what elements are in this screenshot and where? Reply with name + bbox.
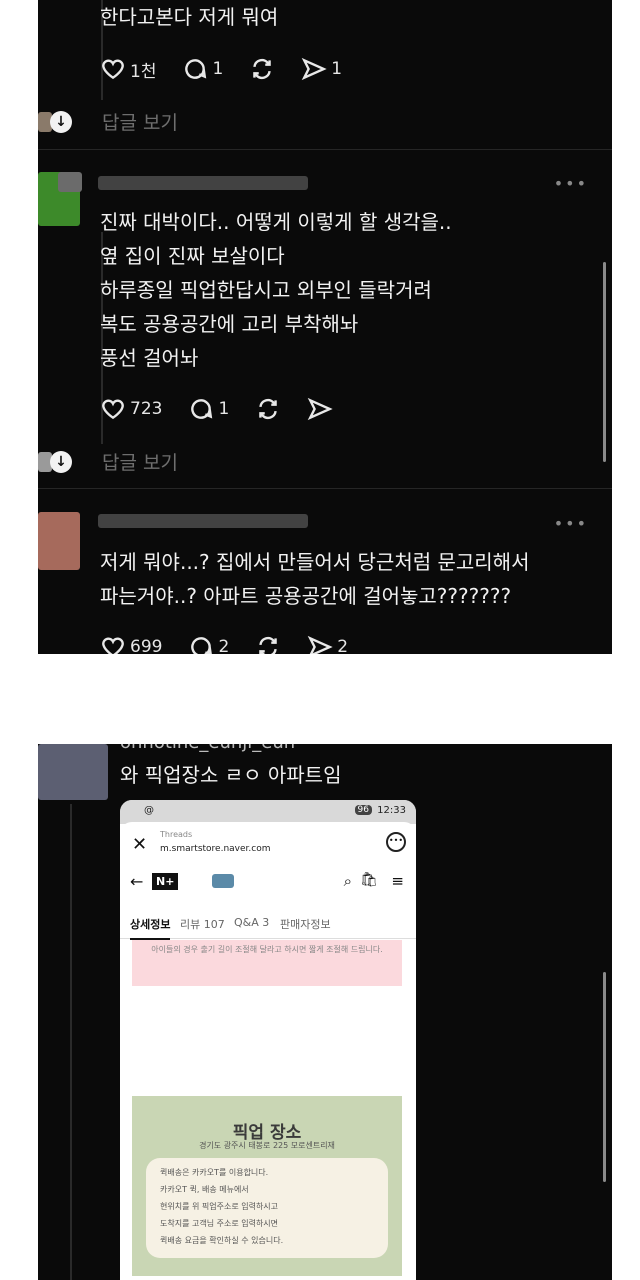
send-icon: [307, 635, 333, 654]
send-icon: [301, 57, 327, 81]
comment-actions: 699 2 2: [100, 634, 374, 654]
reply-button[interactable]: 1: [188, 396, 229, 422]
comment-text: 옆 집이 진짜 보살이다: [100, 244, 285, 268]
instruction-line: 도착지를 고객님 주소로 입력하시면: [160, 1219, 279, 1228]
username-blurred: [98, 176, 308, 190]
size-note-text: 아이들의 경우 출기 길이 조절해 달라고 하시면 짧게 조절해 드립니다.: [151, 945, 383, 954]
reply-count: 1: [212, 59, 224, 79]
share-count: 2: [337, 637, 349, 654]
share-button[interactable]: [307, 396, 333, 422]
view-replies-link[interactable]: 답글 보기: [102, 448, 178, 475]
tab-reviews[interactable]: 리뷰 107: [180, 916, 225, 932]
like-button[interactable]: 1천: [100, 56, 156, 82]
scrollbar[interactable]: [603, 262, 606, 462]
search-icon[interactable]: ⌕: [344, 872, 352, 890]
close-icon[interactable]: ✕: [132, 834, 147, 855]
reply-avatars: ↓: [38, 450, 76, 476]
chevron-down-icon: ↓: [50, 111, 72, 133]
instruction-line: 카카오T 퀵, 배송 메뉴에서: [160, 1185, 249, 1194]
tab-details[interactable]: 상세정보: [130, 916, 171, 940]
comment-text: 복도 공용공간에 고리 부착해놔: [100, 312, 359, 336]
repost-button[interactable]: [249, 56, 275, 82]
more-options-icon[interactable]: •••: [554, 174, 588, 193]
reply-count: 1: [218, 399, 230, 419]
status-bar: @ 96 12:33: [120, 800, 416, 824]
comment-icon: [191, 399, 213, 419]
pickup-address: 경기도 광주시 태봉로 225 모로센트리재: [199, 1141, 335, 1150]
comment-icon: [185, 59, 207, 79]
product-tabs: 상세정보 리뷰 107 Q&A 3 판매자정보: [120, 908, 416, 940]
share-button[interactable]: 2: [307, 634, 348, 654]
instruction-line: 퀵배송 요금을 확인하실 수 있습니다.: [160, 1236, 284, 1245]
like-count: 699: [130, 637, 163, 654]
back-arrow-icon[interactable]: ←: [130, 872, 143, 891]
avatar: [38, 744, 108, 800]
like-count: 1천: [130, 61, 157, 82]
divider: [38, 149, 612, 150]
like-count: 723: [130, 399, 163, 419]
comment-text: 하루종일 픽업한답시고 외부인 들락거려: [100, 278, 432, 302]
reply-button[interactable]: 1: [182, 56, 223, 82]
reply-avatars: ↓: [38, 110, 76, 136]
url-text: m.smartstore.naver.com: [160, 844, 271, 854]
status-time: 12:33: [377, 805, 406, 816]
heart-icon: [102, 399, 124, 420]
more-options-icon[interactable]: •••: [386, 832, 406, 852]
comment-actions: 1천 1 1: [100, 56, 368, 82]
like-button[interactable]: 699: [100, 634, 162, 654]
embedded-phone-screenshot: @ 96 12:33 ✕ Threads m.smartstore.naver.…: [120, 800, 416, 1280]
scrollbar[interactable]: [603, 972, 606, 1182]
view-replies-link[interactable]: 답글 보기: [102, 108, 178, 135]
send-icon: [307, 397, 333, 421]
comment-icon: [191, 637, 213, 654]
brand-logo[interactable]: N+: [152, 873, 179, 890]
threads-screenshot-top: 한다고본다 저게 뭐여 1천 1 1 ↓ 답글 보기 ••• 진짜 대박이다..…: [38, 0, 612, 654]
repost-icon: [253, 58, 272, 80]
battery-badge: 96: [354, 805, 372, 815]
pickup-info-card: 픽업 장소 경기도 광주시 태봉로 225 모로센트리재 퀵배송은 카카오T를 …: [132, 1096, 402, 1276]
share-count: 1: [331, 59, 343, 79]
comment-text: 진짜 대박이다.. 어떻게 이렇게 할 생각을..: [100, 210, 452, 234]
divider: [38, 488, 612, 489]
cart-icon[interactable]: 🛍: [360, 872, 378, 888]
share-button[interactable]: 1: [301, 56, 342, 82]
heart-icon: [102, 59, 124, 80]
repost-icon: [259, 636, 278, 654]
heart-icon: [102, 637, 124, 654]
threads-logo-icon: @: [144, 805, 154, 816]
instruction-line: 퀵배송은 카카오T를 이용합니다.: [160, 1168, 269, 1177]
comment-actions: 723 1: [100, 396, 359, 422]
store-nav: ← N+ ⌕ 🛍 ≡: [120, 870, 416, 900]
app-name: Threads: [160, 830, 193, 839]
menu-icon[interactable]: ≡: [391, 872, 404, 890]
reply-button[interactable]: 2: [188, 634, 229, 654]
repost-button[interactable]: [255, 396, 281, 422]
comment-text: 한다고본다 저게 뭐여: [100, 5, 279, 29]
comment-text: 파는거야..? 아파트 공용공간에 걸어놓고???????: [100, 584, 512, 608]
pickup-instructions: 퀵배송은 카카오T를 이용합니다. 카카오T 퀵, 배송 메뉴에서 현위치를 위…: [146, 1158, 388, 1258]
repost-button[interactable]: [255, 634, 281, 654]
comment-text: 풍선 걸어놔: [100, 346, 199, 370]
browser-header: ✕ Threads m.smartstore.naver.com •••: [120, 822, 416, 866]
repost-icon: [259, 398, 278, 420]
tab-seller-info[interactable]: 판매자정보: [280, 916, 331, 932]
more-options-icon[interactable]: •••: [554, 514, 588, 533]
post-text: 와 픽업장소 ㄹㅇ 아파트임: [120, 763, 342, 787]
avatar: [38, 512, 80, 570]
comment-text: 저게 뭐야...? 집에서 만들어서 당근처럼 문고리해서: [100, 550, 530, 574]
threads-screenshot-bottom: onnotine_eunji_eun 와 픽업장소 ㄹㅇ 아파트임 @ 96 1…: [38, 744, 612, 1280]
reply-count: 2: [218, 637, 230, 654]
instruction-line: 현위치를 위 픽업주소로 입력하시고: [160, 1202, 279, 1211]
username-blurred: [98, 514, 308, 528]
avatar-blur: [58, 172, 82, 192]
store-logo: [212, 874, 234, 888]
size-note-banner: 아이들의 경우 출기 길이 조절해 달라고 하시면 짧게 조절해 드립니다.: [132, 940, 402, 986]
tab-qna[interactable]: Q&A 3: [234, 916, 269, 929]
thread-line: [70, 804, 72, 1280]
like-button[interactable]: 723: [100, 396, 162, 422]
chevron-down-icon: ↓: [50, 451, 72, 473]
